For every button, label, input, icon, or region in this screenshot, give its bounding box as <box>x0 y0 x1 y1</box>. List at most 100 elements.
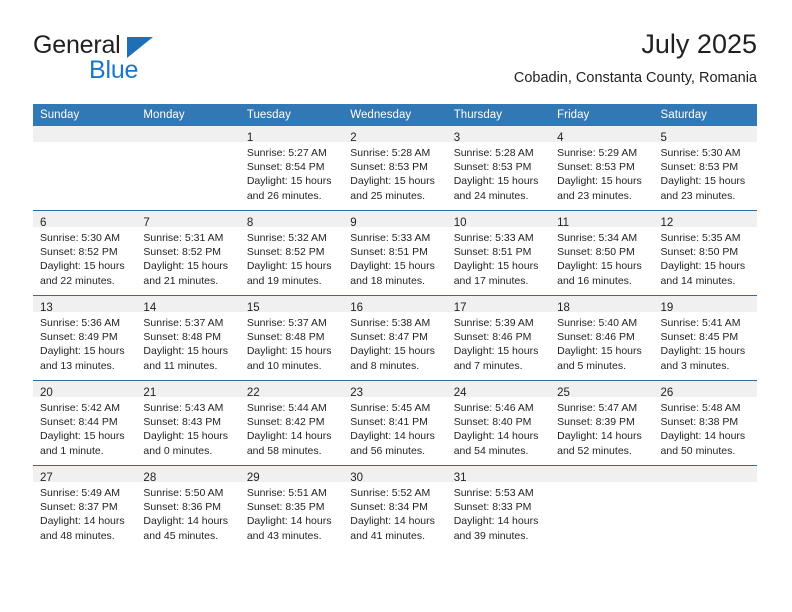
weekday-header-saturday: Saturday <box>653 104 757 126</box>
day-cell[interactable]: 19 Sunrise: 5:41 AM Sunset: 8:45 PM Dayl… <box>653 295 757 381</box>
daylight-text-line2: and 11 minutes. <box>143 359 218 372</box>
weekday-header-thursday: Thursday <box>446 104 551 126</box>
sunset-text: Sunset: 8:52 PM <box>40 246 118 259</box>
day-number: 21 <box>143 387 157 399</box>
day-cell[interactable]: 22 Sunrise: 5:44 AM Sunset: 8:42 PM Dayl… <box>239 380 344 466</box>
daylight-text-line1: Daylight: 15 hours <box>557 175 642 188</box>
daylight-text-line1: Daylight: 15 hours <box>143 260 229 273</box>
day-details: Sunrise: 5:47 AM Sunset: 8:39 PM Dayligh… <box>550 397 653 458</box>
day-cell[interactable]: 29 Sunrise: 5:51 AM Sunset: 8:35 PM Dayl… <box>239 465 344 550</box>
sunset-text: Sunset: 8:54 PM <box>246 161 325 174</box>
daylight-text-line2: and 25 minutes. <box>350 189 425 202</box>
calendar-header-row: Sunday Monday Tuesday Wednesday Thursday… <box>33 104 757 126</box>
daylight-text-line1: Daylight: 14 hours <box>453 430 539 443</box>
sunrise-text: Sunrise: 5:37 AM <box>246 317 327 329</box>
day-cell[interactable]: 5 Sunrise: 5:30 AM Sunset: 8:53 PM Dayli… <box>653 126 757 211</box>
day-number: 31 <box>453 472 467 484</box>
daylight-text-line2: and 8 minutes. <box>350 359 420 372</box>
day-cell[interactable]: 17 Sunrise: 5:39 AM Sunset: 8:46 PM Dayl… <box>446 295 551 381</box>
day-number: 26 <box>660 387 674 399</box>
calendar-body: 1 Sunrise: 5:27 AM Sunset: 8:54 PM Dayli… <box>33 126 757 550</box>
day-details: Sunrise: 5:44 AM Sunset: 8:42 PM Dayligh… <box>240 397 343 458</box>
day-details: Sunrise: 5:36 AM Sunset: 8:49 PM Dayligh… <box>33 312 136 373</box>
calendar-week-row: 6 Sunrise: 5:30 AM Sunset: 8:52 PM Dayli… <box>33 210 757 296</box>
day-cell[interactable]: 13 Sunrise: 5:36 AM Sunset: 8:49 PM Dayl… <box>33 295 137 381</box>
day-number-band: 3 <box>446 126 551 144</box>
day-cell-empty <box>550 465 654 550</box>
day-number-band: 18 <box>550 296 654 314</box>
weekday-header-friday: Friday <box>550 104 654 126</box>
day-cell[interactable]: 12 Sunrise: 5:35 AM Sunset: 8:50 PM Dayl… <box>653 210 757 296</box>
day-number-band: 15 <box>239 296 344 314</box>
day-details: Sunrise: 5:45 AM Sunset: 8:41 PM Dayligh… <box>343 397 446 458</box>
daylight-text-line2: and 17 minutes. <box>453 274 529 287</box>
day-cell[interactable]: 2 Sunrise: 5:28 AM Sunset: 8:53 PM Dayli… <box>343 126 447 211</box>
day-details: Sunrise: 5:31 AM Sunset: 8:52 PM Dayligh… <box>136 227 239 288</box>
day-details: Sunrise: 5:42 AM Sunset: 8:44 PM Dayligh… <box>33 397 136 458</box>
day-number-band: 10 <box>446 211 551 229</box>
day-details: Sunrise: 5:27 AM Sunset: 8:54 PM Dayligh… <box>240 142 343 203</box>
day-cell[interactable]: 30 Sunrise: 5:52 AM Sunset: 8:34 PM Dayl… <box>343 465 447 550</box>
sunrise-text: Sunrise: 5:36 AM <box>40 317 120 329</box>
day-cell[interactable]: 4 Sunrise: 5:29 AM Sunset: 8:53 PM Dayli… <box>550 126 654 211</box>
daylight-text-line2: and 7 minutes. <box>453 359 523 372</box>
day-number-band: 9 <box>343 211 447 229</box>
day-number: 12 <box>660 217 674 229</box>
daylight-text-line1: Daylight: 14 hours <box>246 430 332 443</box>
day-details: Sunrise: 5:52 AM Sunset: 8:34 PM Dayligh… <box>343 482 446 543</box>
day-cell[interactable]: 3 Sunrise: 5:28 AM Sunset: 8:53 PM Dayli… <box>446 126 551 211</box>
sunset-text: Sunset: 8:46 PM <box>557 331 635 344</box>
day-cell[interactable]: 9 Sunrise: 5:33 AM Sunset: 8:51 PM Dayli… <box>343 210 447 296</box>
sunset-text: Sunset: 8:49 PM <box>40 331 118 344</box>
day-number: 17 <box>453 302 467 314</box>
daylight-text-line1: Daylight: 14 hours <box>143 515 229 528</box>
day-cell[interactable]: 18 Sunrise: 5:40 AM Sunset: 8:46 PM Dayl… <box>550 295 654 381</box>
daylight-text-line2: and 16 minutes. <box>557 274 632 287</box>
day-cell-empty <box>653 465 757 550</box>
day-cell[interactable]: 20 Sunrise: 5:42 AM Sunset: 8:44 PM Dayl… <box>33 380 137 466</box>
day-cell[interactable]: 6 Sunrise: 5:30 AM Sunset: 8:52 PM Dayli… <box>33 210 137 296</box>
sunrise-text: Sunrise: 5:29 AM <box>557 147 638 159</box>
sunrise-text: Sunrise: 5:34 AM <box>557 232 638 244</box>
day-cell[interactable]: 16 Sunrise: 5:38 AM Sunset: 8:47 PM Dayl… <box>343 295 447 381</box>
daylight-text-line1: Daylight: 15 hours <box>350 260 435 273</box>
day-cell[interactable]: 23 Sunrise: 5:45 AM Sunset: 8:41 PM Dayl… <box>343 380 447 466</box>
sunset-text: Sunset: 8:46 PM <box>453 331 532 344</box>
day-number: 27 <box>40 472 53 484</box>
day-details: Sunrise: 5:43 AM Sunset: 8:43 PM Dayligh… <box>136 397 239 458</box>
generalblue-logo[interactable]: General Blue <box>33 32 273 88</box>
day-cell[interactable]: 1 Sunrise: 5:27 AM Sunset: 8:54 PM Dayli… <box>239 126 344 211</box>
day-number: 1 <box>246 132 254 144</box>
day-cell[interactable]: 27 Sunrise: 5:49 AM Sunset: 8:37 PM Dayl… <box>33 465 137 550</box>
day-details: Sunrise: 5:53 AM Sunset: 8:33 PM Dayligh… <box>447 482 550 543</box>
sunrise-text: Sunrise: 5:50 AM <box>143 487 224 499</box>
day-cell[interactable]: 7 Sunrise: 5:31 AM Sunset: 8:52 PM Dayli… <box>136 210 240 296</box>
calendar-week-row: 27 Sunrise: 5:49 AM Sunset: 8:37 PM Dayl… <box>33 465 757 550</box>
sunrise-text: Sunrise: 5:33 AM <box>453 232 534 244</box>
day-cell[interactable]: 14 Sunrise: 5:37 AM Sunset: 8:48 PM Dayl… <box>136 295 240 381</box>
day-cell[interactable]: 8 Sunrise: 5:32 AM Sunset: 8:52 PM Dayli… <box>239 210 344 296</box>
weekday-header-monday: Monday <box>136 104 240 126</box>
daylight-text-line1: Daylight: 14 hours <box>246 515 332 528</box>
daylight-text-line1: Daylight: 15 hours <box>557 260 642 273</box>
daylight-text-line1: Daylight: 15 hours <box>40 345 125 358</box>
day-cell[interactable]: 21 Sunrise: 5:43 AM Sunset: 8:43 PM Dayl… <box>136 380 240 466</box>
day-details: Sunrise: 5:33 AM Sunset: 8:51 PM Dayligh… <box>343 227 446 288</box>
daylight-text-line2: and 26 minutes. <box>246 189 322 202</box>
calendar-week-row: 20 Sunrise: 5:42 AM Sunset: 8:44 PM Dayl… <box>33 380 757 466</box>
day-cell[interactable]: 10 Sunrise: 5:33 AM Sunset: 8:51 PM Dayl… <box>446 210 551 296</box>
page-header: General Blue July 2025 Cobadin, Constant… <box>33 28 757 96</box>
day-cell[interactable]: 26 Sunrise: 5:48 AM Sunset: 8:38 PM Dayl… <box>653 380 757 466</box>
sunset-text: Sunset: 8:43 PM <box>143 416 222 429</box>
day-number-band: 14 <box>136 296 240 314</box>
day-number-band: 11 <box>550 211 654 229</box>
sunset-text: Sunset: 8:38 PM <box>660 416 739 429</box>
day-cell[interactable]: 28 Sunrise: 5:50 AM Sunset: 8:36 PM Dayl… <box>136 465 240 550</box>
day-cell[interactable]: 31 Sunrise: 5:53 AM Sunset: 8:33 PM Dayl… <box>446 465 551 550</box>
day-cell[interactable]: 15 Sunrise: 5:37 AM Sunset: 8:48 PM Dayl… <box>239 295 344 381</box>
day-cell[interactable]: 24 Sunrise: 5:46 AM Sunset: 8:40 PM Dayl… <box>446 380 551 466</box>
day-cell[interactable]: 25 Sunrise: 5:47 AM Sunset: 8:39 PM Dayl… <box>550 380 654 466</box>
daylight-text-line2: and 22 minutes. <box>40 274 115 287</box>
day-cell[interactable]: 11 Sunrise: 5:34 AM Sunset: 8:50 PM Dayl… <box>550 210 654 296</box>
sunrise-text: Sunrise: 5:37 AM <box>143 317 224 329</box>
